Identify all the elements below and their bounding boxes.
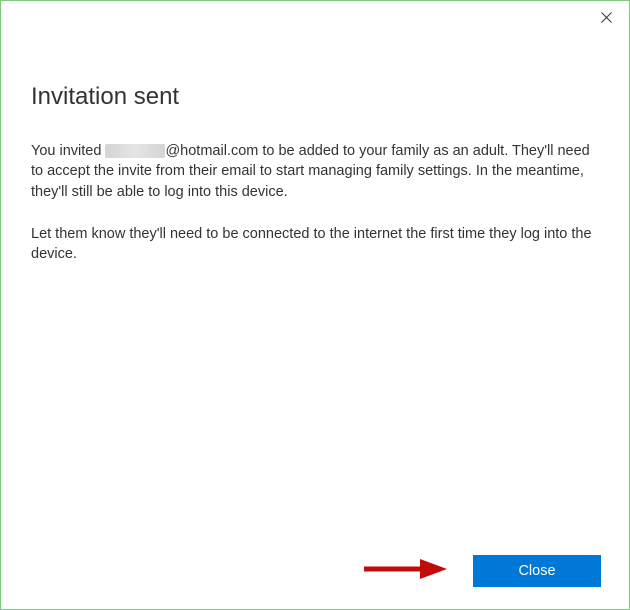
paragraph-1: You invited @hotmail.com to be added to …	[31, 141, 599, 202]
paragraph-1-email-domain: @hotmail.com	[165, 143, 258, 159]
arrow-annotation-icon	[362, 557, 447, 581]
page-title: Invitation sent	[31, 83, 599, 111]
redacted-email-localpart	[105, 144, 165, 158]
paragraph-1-prefix: You invited	[31, 143, 105, 159]
dialog-footer: Close	[473, 555, 601, 587]
window-close-button[interactable]	[583, 1, 629, 33]
close-button[interactable]: Close	[473, 555, 601, 587]
close-icon	[601, 12, 612, 23]
dialog-content: Invitation sent You invited @hotmail.com…	[1, 33, 629, 264]
titlebar	[1, 1, 629, 33]
paragraph-2: Let them know they'll need to be connect…	[31, 224, 599, 265]
